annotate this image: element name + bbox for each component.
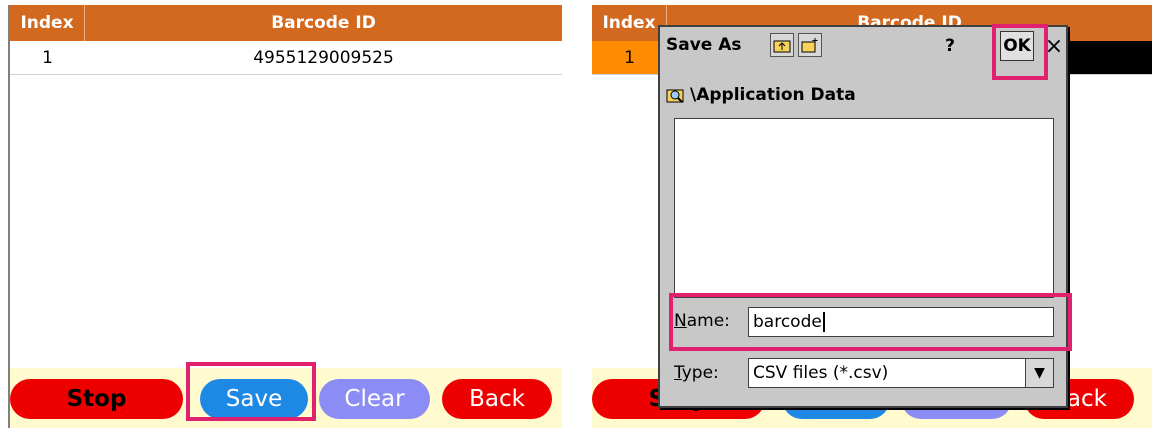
text-caret: [822, 312, 825, 332]
type-label-rest: ype:: [681, 363, 719, 383]
close-button[interactable]: ×: [1040, 31, 1068, 61]
name-label: Name:: [674, 311, 730, 331]
right-screenshot: Index Barcode ID 1 Stop Back Save As ? O…: [588, 0, 1156, 428]
up-folder-icon: [773, 40, 791, 53]
table-row[interactable]: 1 4955129009525: [10, 41, 562, 75]
chevron-down-icon: ▼: [1034, 365, 1045, 381]
ok-button[interactable]: OK: [1000, 31, 1034, 61]
filename-value: barcode: [753, 312, 822, 332]
save-as-dialog: Save As ? OK × \Application Data Name: b…: [658, 25, 1068, 408]
row-barcode-cell: 4955129009525: [253, 47, 394, 68]
new-folder-button[interactable]: [798, 33, 822, 57]
folder-path: \Application Data: [690, 85, 856, 105]
table-header: Index Barcode ID: [10, 5, 562, 41]
folder-search-icon: [666, 89, 684, 103]
filename-input[interactable]: barcode: [748, 307, 1054, 337]
row-index-cell: 1: [624, 47, 635, 68]
current-folder: \Application Data: [666, 85, 856, 105]
left-screenshot: Index Barcode ID 1 4955129009525 Stop Sa…: [0, 0, 566, 428]
column-header-index: Index: [592, 5, 667, 41]
stop-button[interactable]: Stop: [10, 379, 183, 419]
column-header-index: Index: [10, 5, 85, 41]
file-type-select[interactable]: CSV files (*.csv) ▼: [748, 358, 1054, 388]
name-label-rest: ame:: [686, 311, 730, 331]
row-index-cell: 1: [42, 47, 53, 68]
type-label: Type:: [674, 363, 719, 383]
file-list[interactable]: [674, 118, 1054, 298]
name-label-accel: N: [674, 311, 687, 331]
barcode-list-screen: Index Barcode ID 1 4955129009525 Stop Sa…: [8, 5, 562, 428]
help-button[interactable]: ?: [935, 31, 965, 61]
up-folder-button[interactable]: [770, 33, 794, 57]
new-folder-icon: [801, 38, 818, 53]
type-label-accel: T: [674, 363, 682, 383]
file-type-value: CSV files (*.csv): [753, 363, 889, 383]
clear-button[interactable]: Clear: [319, 379, 430, 419]
dialog-title: Save As: [666, 35, 742, 55]
save-button[interactable]: Save: [200, 379, 308, 419]
column-header-barcode: Barcode ID: [271, 13, 376, 33]
back-button[interactable]: Back: [442, 379, 552, 419]
dropdown-arrow-button[interactable]: ▼: [1025, 359, 1053, 387]
action-bar: Stop Save Clear Back: [10, 368, 562, 428]
